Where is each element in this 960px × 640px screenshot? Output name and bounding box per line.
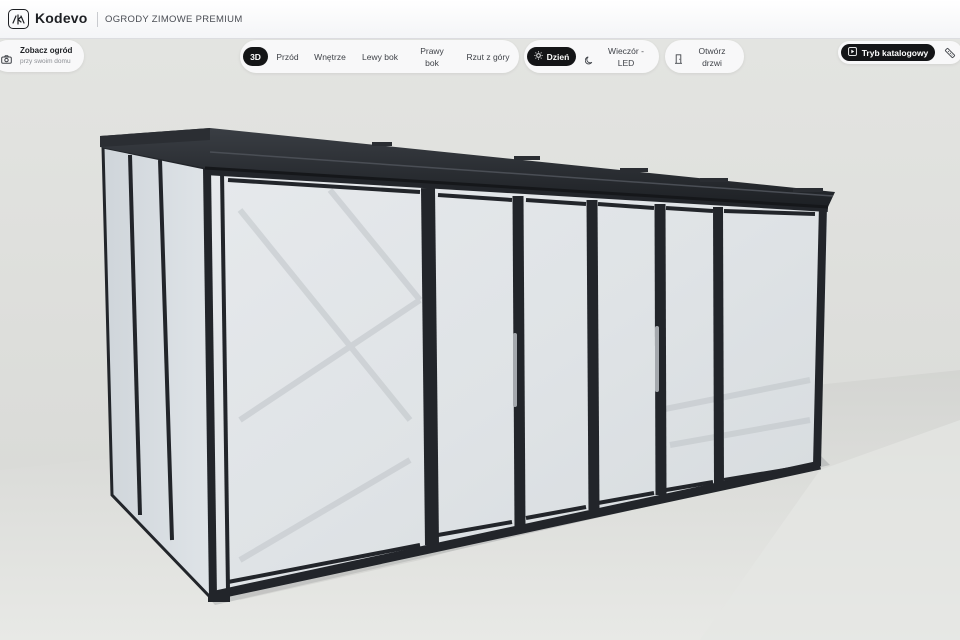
- catalog-toolbar: Tryb katalogowy: [838, 41, 960, 64]
- ar-view-subtitle: przy swoim domu: [20, 58, 71, 65]
- catalog-mode-label: Tryb katalogowy: [861, 47, 929, 58]
- view-right-side-button[interactable]: Prawy bok: [414, 44, 450, 70]
- evening-led-button[interactable]: Wieczór - LED: [602, 44, 650, 70]
- brand-name[interactable]: Kodevo: [35, 10, 88, 26]
- sun-icon: [533, 50, 543, 63]
- header-divider: [97, 12, 98, 27]
- day-mode-button[interactable]: Dzień: [527, 47, 576, 66]
- viewport-3d[interactable]: [0, 0, 960, 640]
- view-interior-button[interactable]: Wnętrze: [310, 47, 350, 66]
- ar-view-title: Zobacz ogród: [20, 46, 73, 55]
- door-icon: [674, 51, 683, 69]
- view-left-side-button[interactable]: Lewy bok: [362, 44, 398, 70]
- top-header: Kodevo OGRODY ZIMOWE PREMIUM: [0, 0, 960, 39]
- catalog-icon: [847, 46, 857, 59]
- open-doors-button[interactable]: Otwórz drzwi: [692, 44, 732, 70]
- logo-icon[interactable]: [8, 9, 29, 29]
- view-selector: 3D Przód Wnętrze Lewy bok Prawy bok Rzut…: [240, 40, 519, 73]
- view-3d-button[interactable]: 3D: [243, 47, 268, 66]
- day-mode-label: Dzień: [546, 51, 570, 62]
- ar-view-button[interactable]: Zobacz ogród przy swoim domu: [0, 40, 84, 72]
- page-subtitle: OGRODY ZIMOWE PREMIUM: [105, 14, 243, 25]
- doors-control[interactable]: Otwórz drzwi: [665, 40, 744, 73]
- catalog-mode-button[interactable]: Tryb katalogowy: [841, 44, 935, 61]
- moon-icon[interactable]: [584, 52, 594, 70]
- camera-icon: [1, 51, 12, 69]
- ruler-icon[interactable]: [944, 46, 956, 64]
- view-front-button[interactable]: Przód: [273, 47, 302, 66]
- view-top-button[interactable]: Rzut z góry: [466, 44, 510, 70]
- lighting-selector: Dzień Wieczór - LED: [524, 40, 659, 73]
